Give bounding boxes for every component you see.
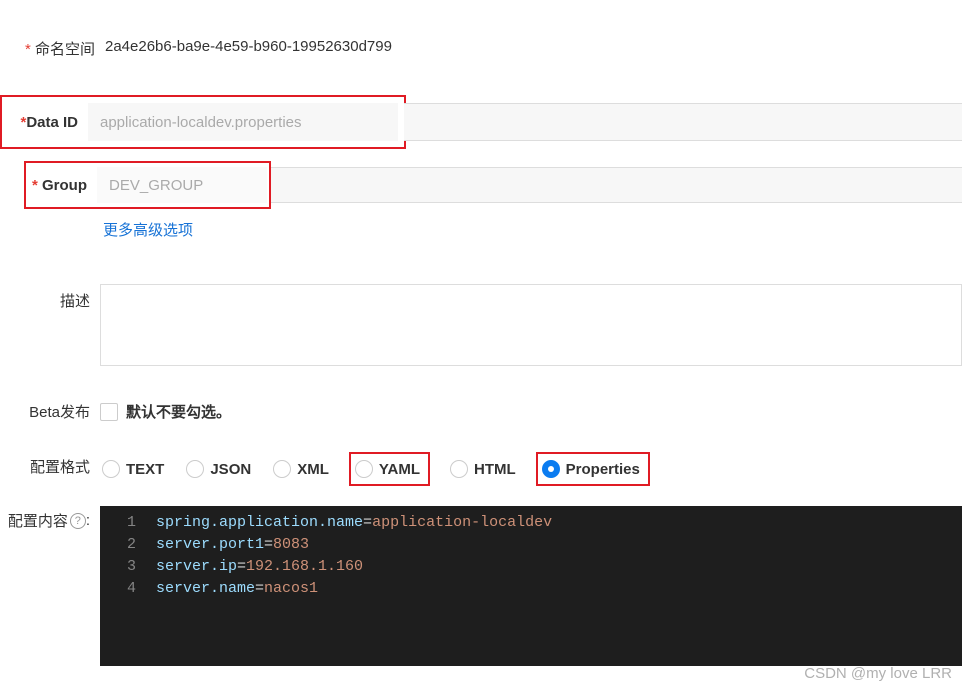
radio-icon [273, 460, 291, 478]
format-label-yaml: YAML [379, 461, 420, 478]
code-editor[interactable]: 1 spring.application.name=application-lo… [100, 506, 962, 666]
line-number: 3 [100, 556, 156, 578]
radio-icon [102, 460, 120, 478]
line-number: 2 [100, 534, 156, 556]
description-textarea[interactable] [100, 284, 962, 366]
format-properties-highlight-box: Properties [536, 452, 650, 486]
format-label-text: TEXT [126, 461, 164, 478]
beta-checkbox[interactable] [100, 403, 118, 421]
data-id-row: Data ID [0, 95, 962, 149]
advanced-options-link[interactable]: 更多高级选项 [103, 219, 193, 240]
content-label-col: 配置内容?: [0, 506, 100, 666]
beta-row: Beta发布 默认不要勾选。 [0, 399, 962, 422]
beta-label: Beta发布 [0, 399, 100, 422]
data-id-highlight-box: Data ID [0, 95, 406, 149]
code-line: 4 server.name=nacos1 [100, 578, 962, 600]
group-row: Group [0, 161, 962, 209]
content-colon: : [86, 512, 90, 529]
radio-icon [186, 460, 204, 478]
radio-icon [450, 460, 468, 478]
namespace-label: 命名空间 [5, 30, 105, 59]
format-label-properties: Properties [566, 461, 640, 478]
line-number: 4 [100, 578, 156, 600]
data-id-input-extension[interactable] [404, 103, 962, 141]
data-id-input[interactable] [88, 103, 398, 141]
line-number: 1 [100, 512, 156, 534]
description-row: 描述 [0, 284, 962, 369]
group-input-extension[interactable] [271, 167, 962, 203]
format-radio-group: TEXT JSON XML YAML HTML [100, 452, 962, 486]
namespace-value: 2a4e26b6-ba9e-4e59-b960-19952630d799 [105, 30, 392, 55]
code-line: 1 spring.application.name=application-lo… [100, 512, 962, 534]
beta-checkbox-label: 默认不要勾选。 [126, 401, 231, 422]
content-label: 配置内容 [8, 510, 68, 531]
radio-icon [542, 460, 560, 478]
format-label: 配置格式 [0, 452, 100, 477]
code-line: 2 server.port1=8083 [100, 534, 962, 556]
format-radio-xml[interactable]: XML [271, 456, 331, 482]
format-radio-json[interactable]: JSON [184, 456, 253, 482]
format-radio-html[interactable]: HTML [448, 456, 518, 482]
format-label-xml: XML [297, 461, 329, 478]
format-yaml-highlight-box: YAML [349, 452, 430, 486]
radio-icon [355, 460, 373, 478]
code-line: 3 server.ip=192.168.1.160 [100, 556, 962, 578]
group-highlight-box: Group [24, 161, 271, 209]
help-icon[interactable]: ? [70, 513, 86, 529]
format-row: 配置格式 TEXT JSON XML YAML [0, 452, 962, 486]
content-row: 配置内容?: 1 spring.application.name=applica… [0, 506, 962, 666]
format-label-html: HTML [474, 461, 516, 478]
data-id-label: Data ID [2, 114, 88, 131]
group-label: Group [26, 177, 97, 194]
format-radio-yaml[interactable]: YAML [353, 456, 422, 482]
group-input[interactable] [97, 167, 267, 203]
format-radio-text[interactable]: TEXT [100, 456, 166, 482]
description-label: 描述 [0, 284, 100, 311]
namespace-row: 命名空间 2a4e26b6-ba9e-4e59-b960-19952630d79… [0, 30, 962, 59]
format-label-json: JSON [210, 461, 251, 478]
format-radio-properties[interactable]: Properties [540, 456, 642, 482]
watermark: CSDN @my love LRR [804, 665, 952, 682]
